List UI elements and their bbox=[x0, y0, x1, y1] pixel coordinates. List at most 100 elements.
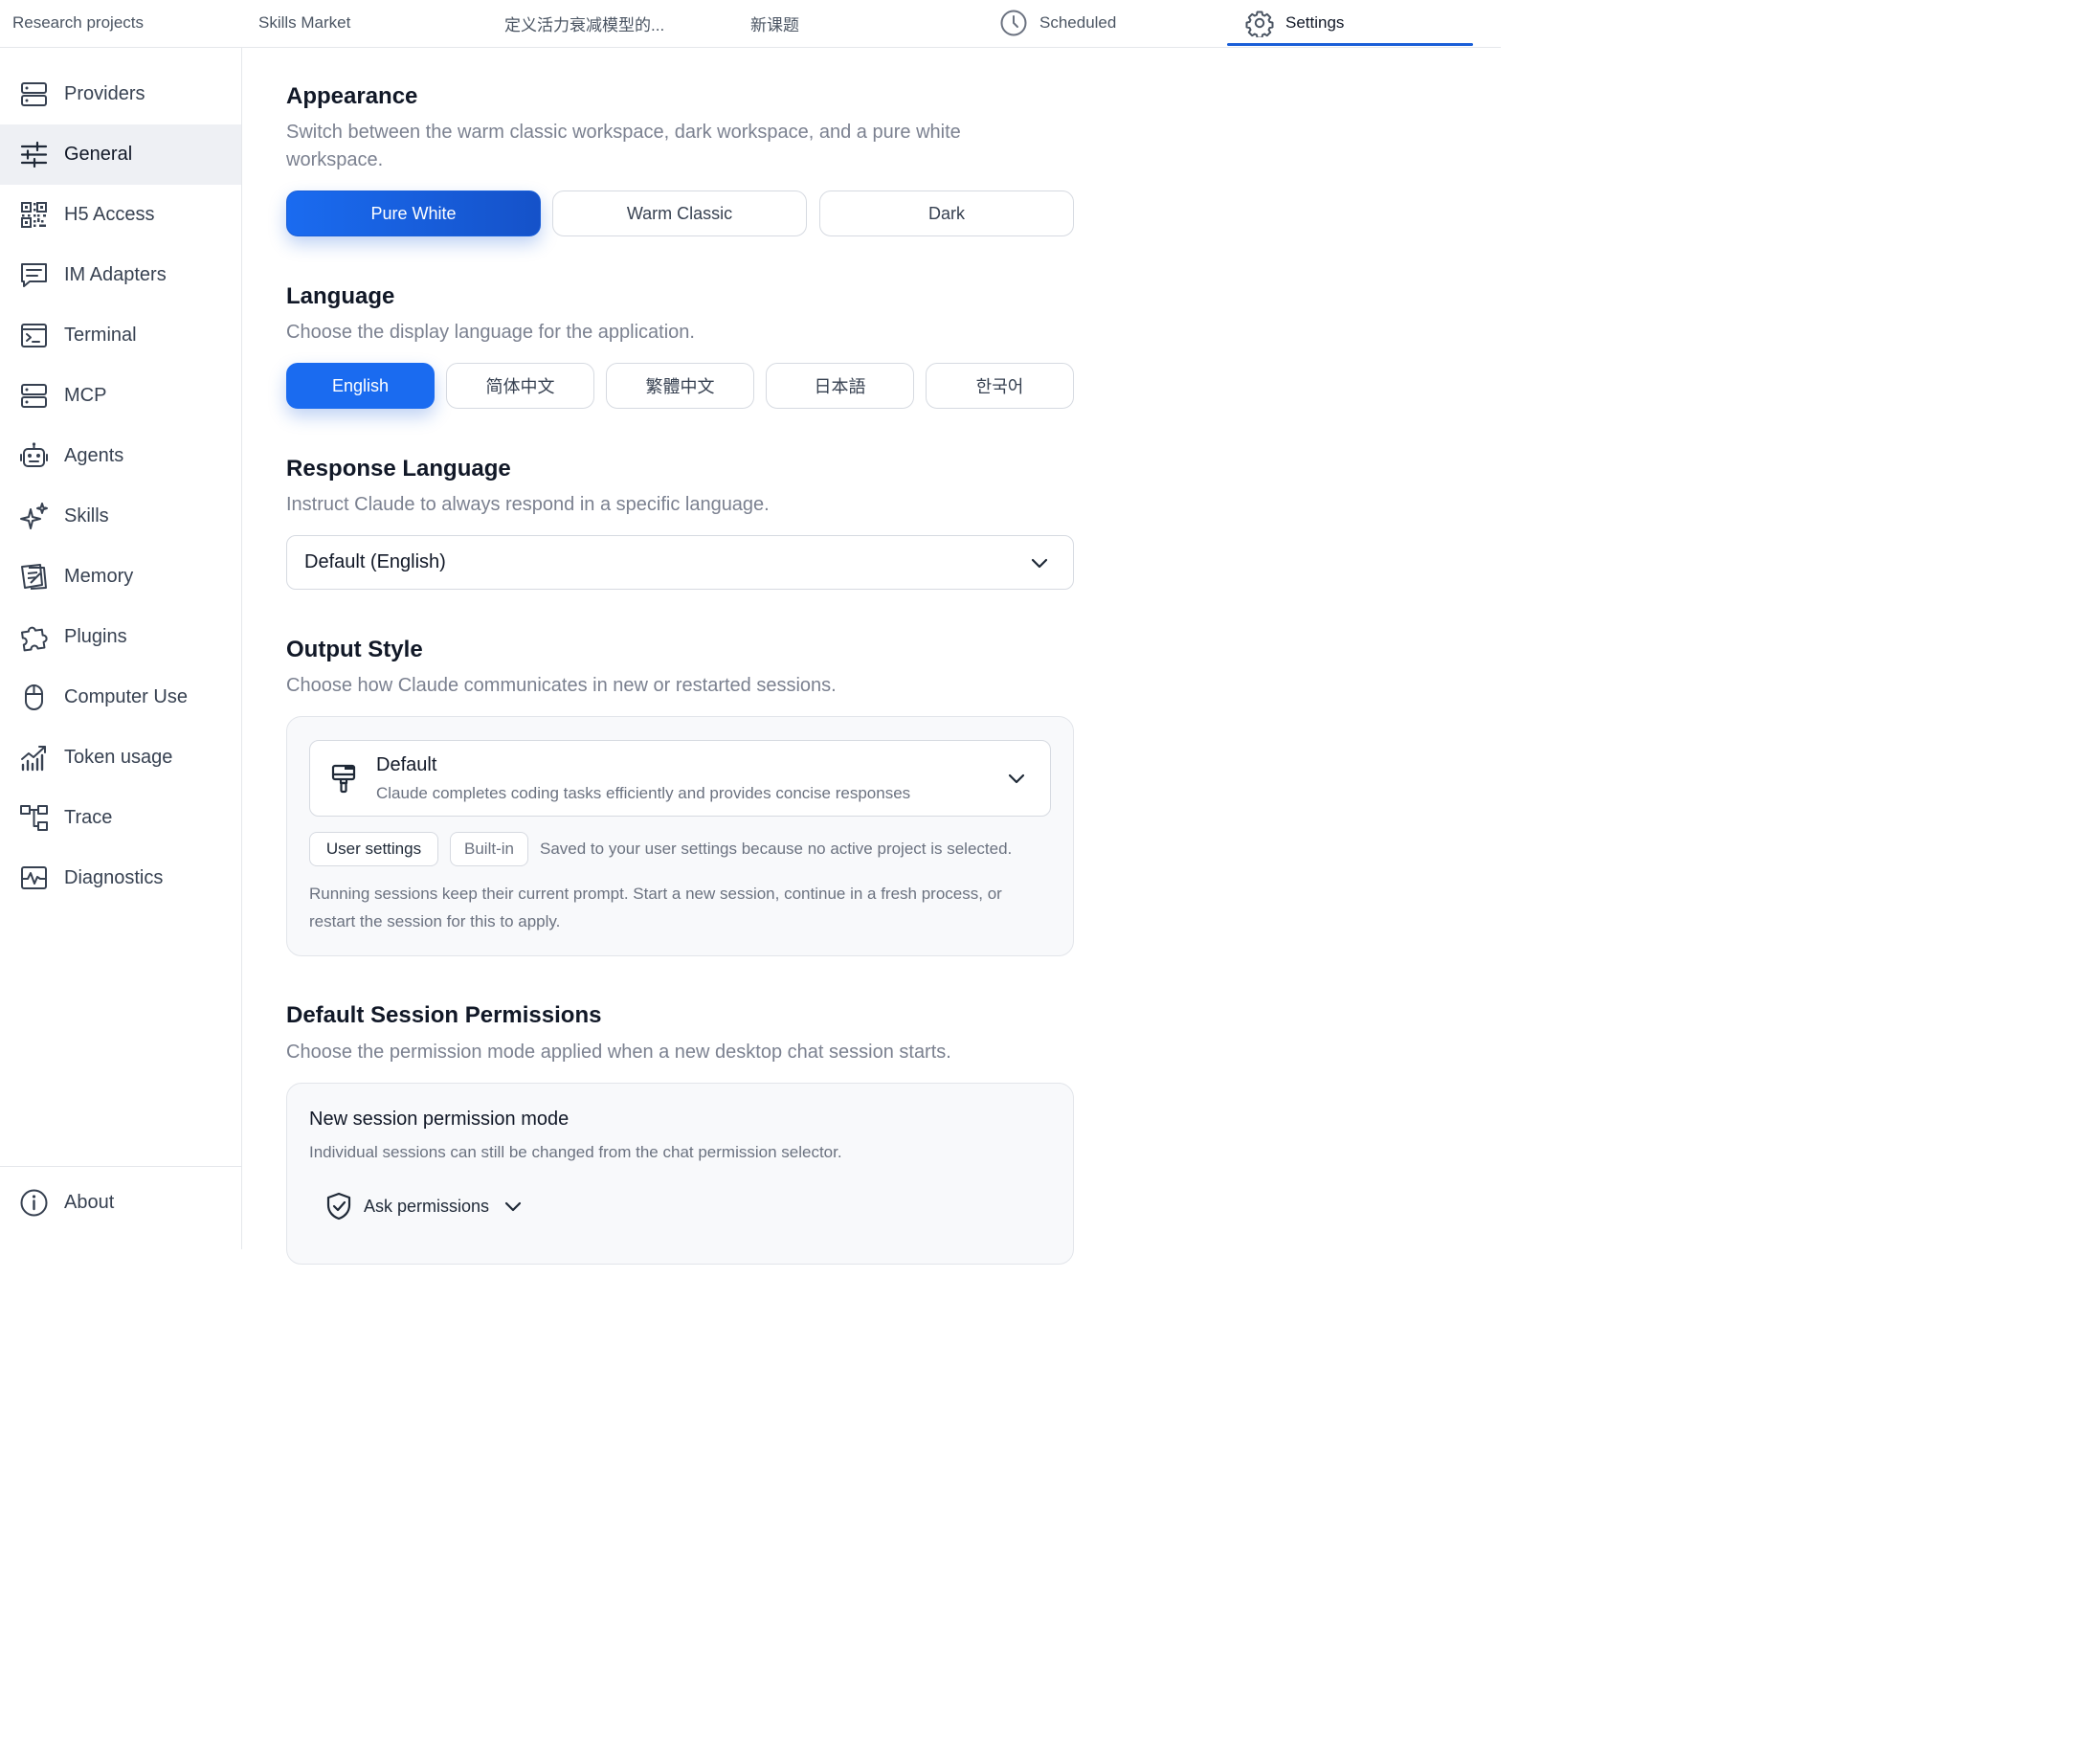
section-title-appearance: Appearance bbox=[286, 83, 418, 109]
sidebar-item-diagnostics[interactable]: Diagnostics bbox=[0, 848, 241, 908]
sidebar-item-label: Diagnostics bbox=[64, 867, 164, 888]
saved-note: Saved to your user settings because no a… bbox=[540, 840, 1013, 858]
section-title-output-style: Output Style bbox=[286, 637, 423, 662]
sparkles-icon bbox=[19, 502, 49, 531]
sidebar-item-label: Memory bbox=[64, 566, 134, 587]
section-title-permissions: Default Session Permissions bbox=[286, 1002, 602, 1028]
response-language-value: Default (English) bbox=[304, 551, 446, 572]
clock-icon bbox=[999, 9, 1028, 37]
sidebar-item-computer-use[interactable]: Computer Use bbox=[0, 667, 241, 728]
qr-code-icon bbox=[19, 200, 49, 230]
sidebar-item-memory[interactable]: Memory bbox=[0, 547, 241, 607]
chevron-down-icon bbox=[1029, 552, 1050, 573]
section-desc-permissions: Choose the permission mode applied when … bbox=[286, 1042, 951, 1063]
sidebar-item-label: Token usage bbox=[64, 747, 173, 768]
shield-check-icon bbox=[325, 1192, 352, 1221]
puzzle-icon bbox=[19, 622, 49, 652]
permission-mode-value: Ask permissions bbox=[364, 1196, 490, 1216]
sidebar-item-label: General bbox=[64, 144, 133, 165]
gear-icon bbox=[1245, 9, 1274, 37]
sidebar-item-label: H5 Access bbox=[64, 204, 155, 225]
sidebar-item-label: Providers bbox=[64, 83, 145, 104]
sidebar-item-label: MCP bbox=[64, 385, 107, 406]
output-style-select[interactable]: Default Claude completes coding tasks ef… bbox=[309, 740, 1051, 817]
output-style-title: Default bbox=[376, 754, 437, 775]
sidebar-item-label: About bbox=[64, 1192, 115, 1213]
sidebar-item-label: Agents bbox=[64, 445, 124, 466]
permissions-card: New session permission mode Individual s… bbox=[286, 1083, 1074, 1265]
message-icon bbox=[19, 260, 49, 290]
tab-label: Research projects bbox=[12, 13, 145, 32]
tab-label: 新课题 bbox=[750, 15, 799, 34]
mouse-icon bbox=[19, 683, 49, 712]
output-style-note: Running sessions keep their current prom… bbox=[309, 885, 1002, 930]
section-desc-language: Choose the display language for the appl… bbox=[286, 322, 695, 343]
tab-skills-market[interactable]: Skills Market bbox=[258, 0, 350, 46]
theme-option-dark[interactable]: Dark bbox=[819, 190, 1074, 236]
sidebar-item-agents[interactable]: Agents bbox=[0, 426, 241, 486]
info-icon bbox=[19, 1188, 49, 1218]
language-option-korean[interactable]: 한국어 bbox=[926, 363, 1074, 409]
tab-decay-model[interactable]: 定义活力衰减模型的... bbox=[504, 0, 664, 46]
sidebar-divider bbox=[0, 1166, 241, 1167]
hierarchy-icon bbox=[19, 803, 49, 833]
sidebar-item-label: IM Adapters bbox=[64, 264, 167, 285]
tab-settings[interactable]: Settings bbox=[1245, 0, 1344, 46]
sidebar-item-label: Plugins bbox=[64, 626, 127, 647]
permission-mode-title: New session permission mode bbox=[309, 1109, 570, 1130]
tab-bar: Research projects Skills Market 定义活力衰减模型… bbox=[0, 0, 1501, 48]
server-icon bbox=[19, 79, 49, 109]
sidebar-item-token-usage[interactable]: Token usage bbox=[0, 728, 241, 788]
section-title-response-language: Response Language bbox=[286, 456, 511, 482]
language-option-traditional-chinese[interactable]: 繁體中文 bbox=[606, 363, 754, 409]
active-tab-indicator bbox=[1227, 43, 1473, 46]
sidebar-item-label: Computer Use bbox=[64, 686, 188, 707]
scope-badge-user-settings: User settings bbox=[309, 832, 438, 866]
settings-sidebar: Providers General H5 Access IM Adapters … bbox=[0, 48, 242, 1249]
sidebar-item-mcp[interactable]: MCP bbox=[0, 366, 241, 426]
tab-label: Skills Market bbox=[258, 13, 351, 32]
output-style-desc: Claude completes coding tasks efficientl… bbox=[376, 784, 911, 802]
sidebar-item-skills[interactable]: Skills bbox=[0, 486, 241, 547]
tab-label: 定义活力衰减模型的... bbox=[504, 15, 665, 34]
output-style-card: Default Claude completes coding tasks ef… bbox=[286, 716, 1074, 956]
chevron-down-icon bbox=[1006, 768, 1027, 789]
scope-badge-built-in: Built-in bbox=[450, 832, 528, 866]
robot-icon bbox=[19, 441, 49, 471]
sliders-icon bbox=[19, 140, 49, 169]
sidebar-item-terminal[interactable]: Terminal bbox=[0, 305, 241, 366]
section-title-language: Language bbox=[286, 283, 395, 309]
server-icon bbox=[19, 381, 49, 411]
sidebar-item-label: Trace bbox=[64, 807, 113, 828]
sidebar-item-plugins[interactable]: Plugins bbox=[0, 607, 241, 667]
sidebar-item-im-adapters[interactable]: IM Adapters bbox=[0, 245, 241, 305]
theme-option-pure-white[interactable]: Pure White bbox=[286, 190, 541, 236]
language-option-japanese[interactable]: 日本語 bbox=[766, 363, 914, 409]
sidebar-item-providers[interactable]: Providers bbox=[0, 64, 241, 124]
section-desc-appearance: Switch between the warm classic workspac… bbox=[286, 122, 961, 170]
settings-content: Appearance Switch between the warm class… bbox=[242, 48, 1501, 1265]
tab-label: Scheduled bbox=[1039, 13, 1117, 32]
response-language-select[interactable]: Default (English) bbox=[286, 535, 1074, 590]
tab-label: Settings bbox=[1285, 13, 1345, 32]
chart-icon bbox=[19, 743, 49, 773]
memory-icon bbox=[19, 562, 49, 592]
section-desc-response-language: Instruct Claude to always respond in a s… bbox=[286, 494, 770, 515]
permission-mode-select[interactable]: Ask permissions bbox=[325, 1189, 524, 1223]
terminal-icon bbox=[19, 321, 49, 350]
permission-mode-desc: Individual sessions can still be changed… bbox=[309, 1143, 842, 1161]
language-option-simplified-chinese[interactable]: 简体中文 bbox=[446, 363, 594, 409]
sidebar-item-general[interactable]: General bbox=[0, 124, 241, 185]
sidebar-item-label: Skills bbox=[64, 505, 109, 527]
section-desc-output-style: Choose how Claude communicates in new or… bbox=[286, 675, 837, 696]
sidebar-item-about[interactable]: About bbox=[0, 1173, 241, 1233]
sidebar-item-trace[interactable]: Trace bbox=[0, 788, 241, 848]
tab-new-topic[interactable]: 新课题 bbox=[750, 0, 799, 46]
tab-scheduled[interactable]: Scheduled bbox=[999, 0, 1116, 46]
sidebar-item-h5-access[interactable]: H5 Access bbox=[0, 185, 241, 245]
tab-research-projects[interactable]: Research projects bbox=[12, 0, 144, 46]
paint-brush-icon bbox=[329, 763, 358, 794]
chevron-down-icon bbox=[503, 1196, 524, 1217]
theme-option-warm-classic[interactable]: Warm Classic bbox=[552, 190, 807, 236]
language-option-english[interactable]: English bbox=[286, 363, 435, 409]
